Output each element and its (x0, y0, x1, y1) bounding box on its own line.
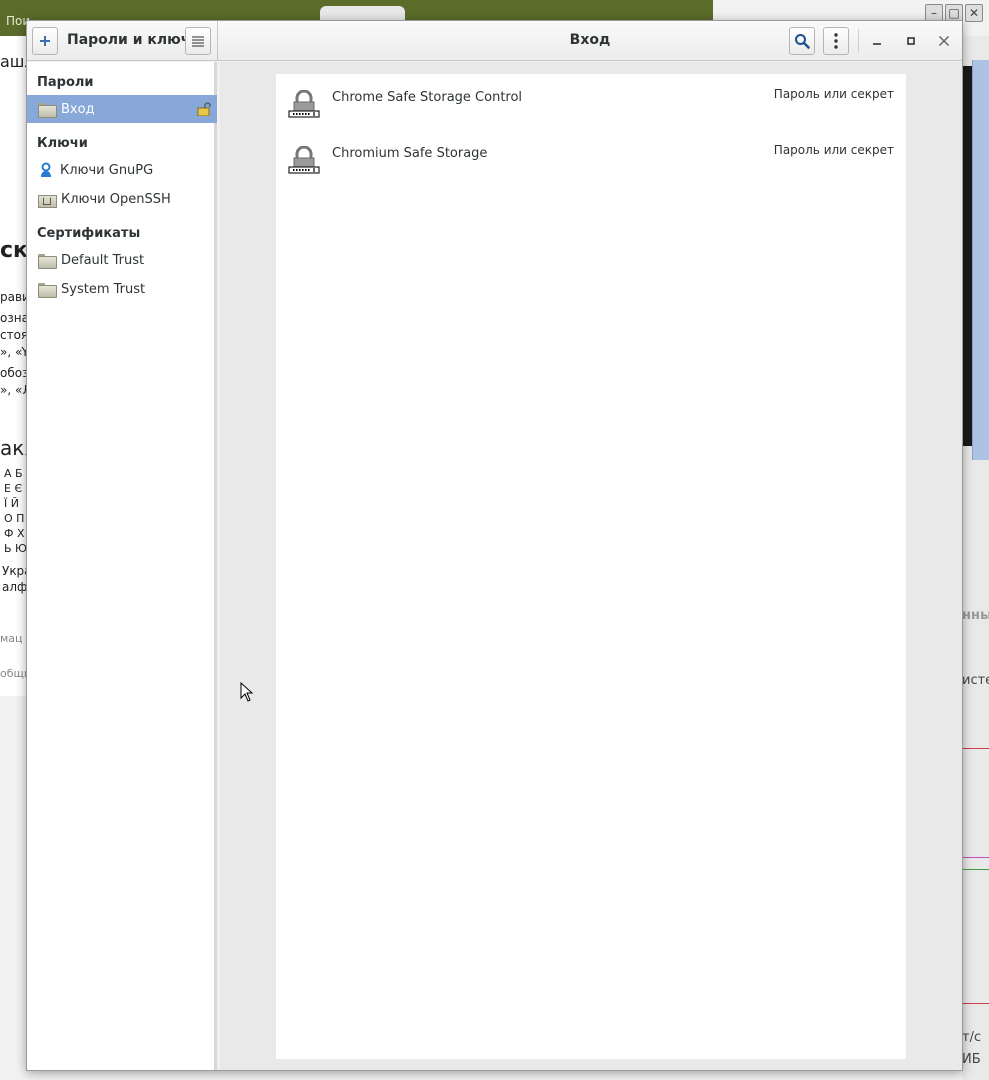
item-name: Chromium Safe Storage (332, 146, 488, 161)
close-icon (938, 35, 950, 47)
sidebar-item-openssh-keys[interactable]: Ключи OpenSSH (27, 185, 217, 213)
password-lock-icon (288, 90, 320, 118)
sidebar-header: Пароли и ключи (27, 21, 218, 61)
page-title: Вход (569, 32, 611, 48)
sidebar-item-default-trust[interactable]: Default Trust (27, 246, 217, 274)
background-text: общи (0, 667, 28, 680)
sidebar-title: Пароли и ключи (67, 32, 201, 48)
folder-icon (38, 282, 57, 298)
background-text: т/с (962, 1030, 982, 1045)
home-folder-icon (38, 193, 57, 208)
background-text: истем (962, 673, 989, 688)
sidebar-item-login[interactable]: Вход (27, 95, 217, 123)
background-text: рави (0, 290, 28, 304)
background-text: обоз (0, 366, 28, 380)
header-separator (858, 29, 859, 53)
secrets-list[interactable]: Chrome Safe Storage Control Пароль или с… (276, 74, 906, 1059)
background-terminal (962, 66, 972, 446)
add-button[interactable] (32, 27, 58, 55)
background-text: », «Л (0, 383, 28, 397)
passwords-and-keys-window: Пароли и ключи Вход Пароли Вход Ключи Кл… (26, 20, 963, 1071)
close-button[interactable] (934, 31, 954, 51)
background-text: мац (0, 632, 23, 645)
unlocked-icon[interactable] (197, 102, 211, 116)
maximize-button[interactable] (901, 31, 921, 51)
background-close-icon: ✕ (965, 4, 983, 22)
minimize-button[interactable] (867, 31, 887, 51)
sidebar-item-gnupg-keys[interactable]: Ключи GnuPG (27, 156, 217, 184)
folder-icon (38, 102, 57, 118)
background-text: нный (962, 608, 989, 623)
background-graph-line (962, 1003, 989, 1004)
app-menu-button[interactable] (185, 27, 211, 55)
content-area: Chrome Safe Storage Control Пароль или с… (220, 62, 962, 1070)
gnupg-key-icon (41, 162, 51, 177)
minimize-icon (873, 43, 881, 45)
folder-icon (38, 253, 57, 269)
maximize-icon (907, 37, 915, 45)
background-text: ашл (0, 52, 28, 71)
list-item[interactable]: Chrome Safe Storage Control Пароль или с… (276, 74, 906, 130)
sidebar-item-label: Default Trust (61, 252, 145, 268)
hamburger-menu-icon (192, 36, 204, 47)
vertical-dots-icon (834, 33, 838, 49)
background-text: ИБ (962, 1052, 981, 1067)
more-options-button[interactable] (823, 27, 849, 55)
background-scrollbar (972, 60, 989, 460)
background-graph-line (962, 869, 989, 870)
sidebar-item-label: System Trust (61, 281, 146, 297)
item-name: Chrome Safe Storage Control (332, 90, 523, 105)
header-bar: Пароли и ключи Вход (27, 21, 962, 61)
background-text: », «Y» (0, 345, 28, 359)
sidebar-section-certificates: Сертификаты (37, 226, 141, 241)
sidebar-section-passwords: Пароли (37, 75, 94, 90)
background-text: ск (0, 238, 28, 263)
search-icon (795, 34, 810, 49)
item-type: Пароль или секрет (773, 87, 894, 101)
mouse-cursor-icon (240, 682, 254, 702)
background-text: стоя (0, 328, 28, 342)
sidebar-item-label: Ключи GnuPG (60, 162, 154, 178)
background-graph-line (962, 748, 989, 749)
sidebar-item-label: Вход (61, 101, 95, 117)
item-type: Пароль или секрет (773, 143, 894, 157)
sidebar-item-label: Ключи OpenSSH (61, 191, 171, 207)
list-item[interactable]: Chromium Safe Storage Пароль или секрет (276, 130, 906, 186)
password-lock-icon (288, 146, 320, 174)
sidebar-item-system-trust[interactable]: System Trust (27, 275, 217, 303)
background-graph-line (962, 857, 989, 858)
sidebar-section-keys: Ключи (37, 136, 88, 151)
background-text: озна (0, 311, 28, 325)
background-text: акж (0, 436, 28, 460)
sidebar: Пароли Вход Ключи Ключи GnuPG Ключи Open… (27, 62, 217, 1070)
search-button[interactable] (789, 27, 815, 55)
plus-icon (40, 36, 50, 46)
